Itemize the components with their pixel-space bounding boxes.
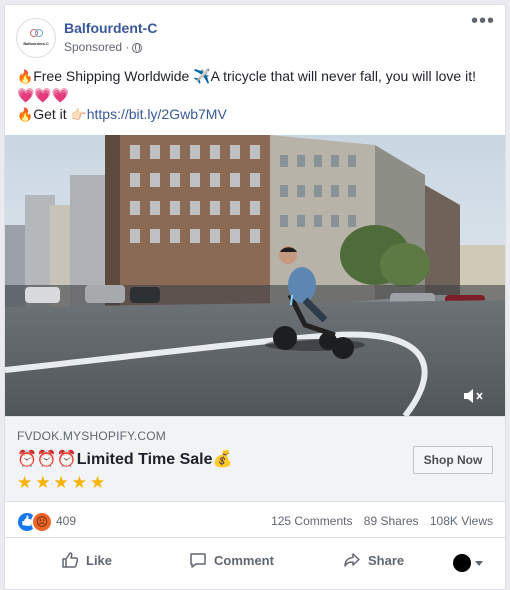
video-player[interactable] [5, 135, 505, 418]
fire-icon: 🔥 [17, 107, 34, 122]
activity-counts: 125 Comments 89 Shares 108K Views [263, 514, 493, 528]
shares-count[interactable]: 89 Shares [364, 514, 419, 528]
page-avatar[interactable]: Balfourdent-C [16, 18, 56, 58]
comment-icon [190, 553, 206, 568]
sponsored-text: Sponsored [64, 40, 123, 54]
ad-headline: ⏰⏰⏰Limited Time Sale💰 [17, 451, 233, 468]
mute-icon[interactable] [463, 388, 485, 404]
logo-rings-icon [30, 29, 44, 37]
share-label: Share [368, 553, 405, 568]
post-text-line3: Get it [33, 106, 67, 122]
avatar-logo-text: Balfourdent-C [23, 41, 49, 46]
reaction-count[interactable]: 409 [56, 514, 76, 528]
point-right-icon: 👉🏻 [70, 107, 87, 122]
globe-icon [132, 43, 143, 53]
profile-avatar [453, 554, 471, 572]
post-message: 🔥Free Shipping Worldwide ✈️A tricycle th… [17, 67, 497, 124]
video-frame [5, 135, 505, 418]
engagement-stats: 409 125 Comments 89 Shares 108K Views [5, 503, 505, 538]
post-as-selector[interactable] [453, 554, 483, 572]
post-header: Balfourdent-C Balfourdent-C Sponsored · … [5, 5, 505, 65]
more-options-button[interactable]: ••• [471, 11, 495, 31]
share-button[interactable]: Share [343, 551, 404, 569]
shop-now-button[interactable]: Shop Now [413, 446, 493, 474]
share-icon [344, 553, 360, 567]
like-reaction-icon [16, 511, 38, 533]
post-text-line1: Free Shipping Worldwide ✈️A tricycle tha… [33, 68, 476, 84]
ad-link-preview[interactable]: FVDOK.MYSHOPIFY.COM ⏰⏰⏰Limited Time Sale… [5, 416, 505, 502]
page-name-link[interactable]: Balfourdent-C [64, 20, 157, 36]
caret-down-icon [475, 561, 483, 566]
views-count: 108K Views [429, 514, 493, 528]
action-bar: Like Comment Share [5, 539, 505, 583]
reactions-summary[interactable] [16, 511, 53, 533]
comments-count[interactable]: 125 Comments [271, 514, 352, 528]
ad-post-card: Balfourdent-C Balfourdent-C Sponsored · … [4, 4, 506, 590]
rating-stars: ★★★★★ [17, 473, 109, 492]
thumbs-up-icon [62, 552, 79, 568]
like-button[interactable]: Like [61, 551, 112, 569]
fire-icon: 🔥 [17, 69, 34, 84]
comment-label: Comment [214, 553, 274, 568]
like-label: Like [86, 553, 113, 568]
hearts-icon: 💗💗💗 [17, 87, 70, 103]
post-link[interactable]: https://bit.ly/2Gwb7MV [87, 106, 227, 122]
comment-button[interactable]: Comment [189, 551, 274, 569]
ad-domain: FVDOK.MYSHOPIFY.COM [17, 429, 166, 443]
sponsored-label: Sponsored · [64, 40, 143, 54]
